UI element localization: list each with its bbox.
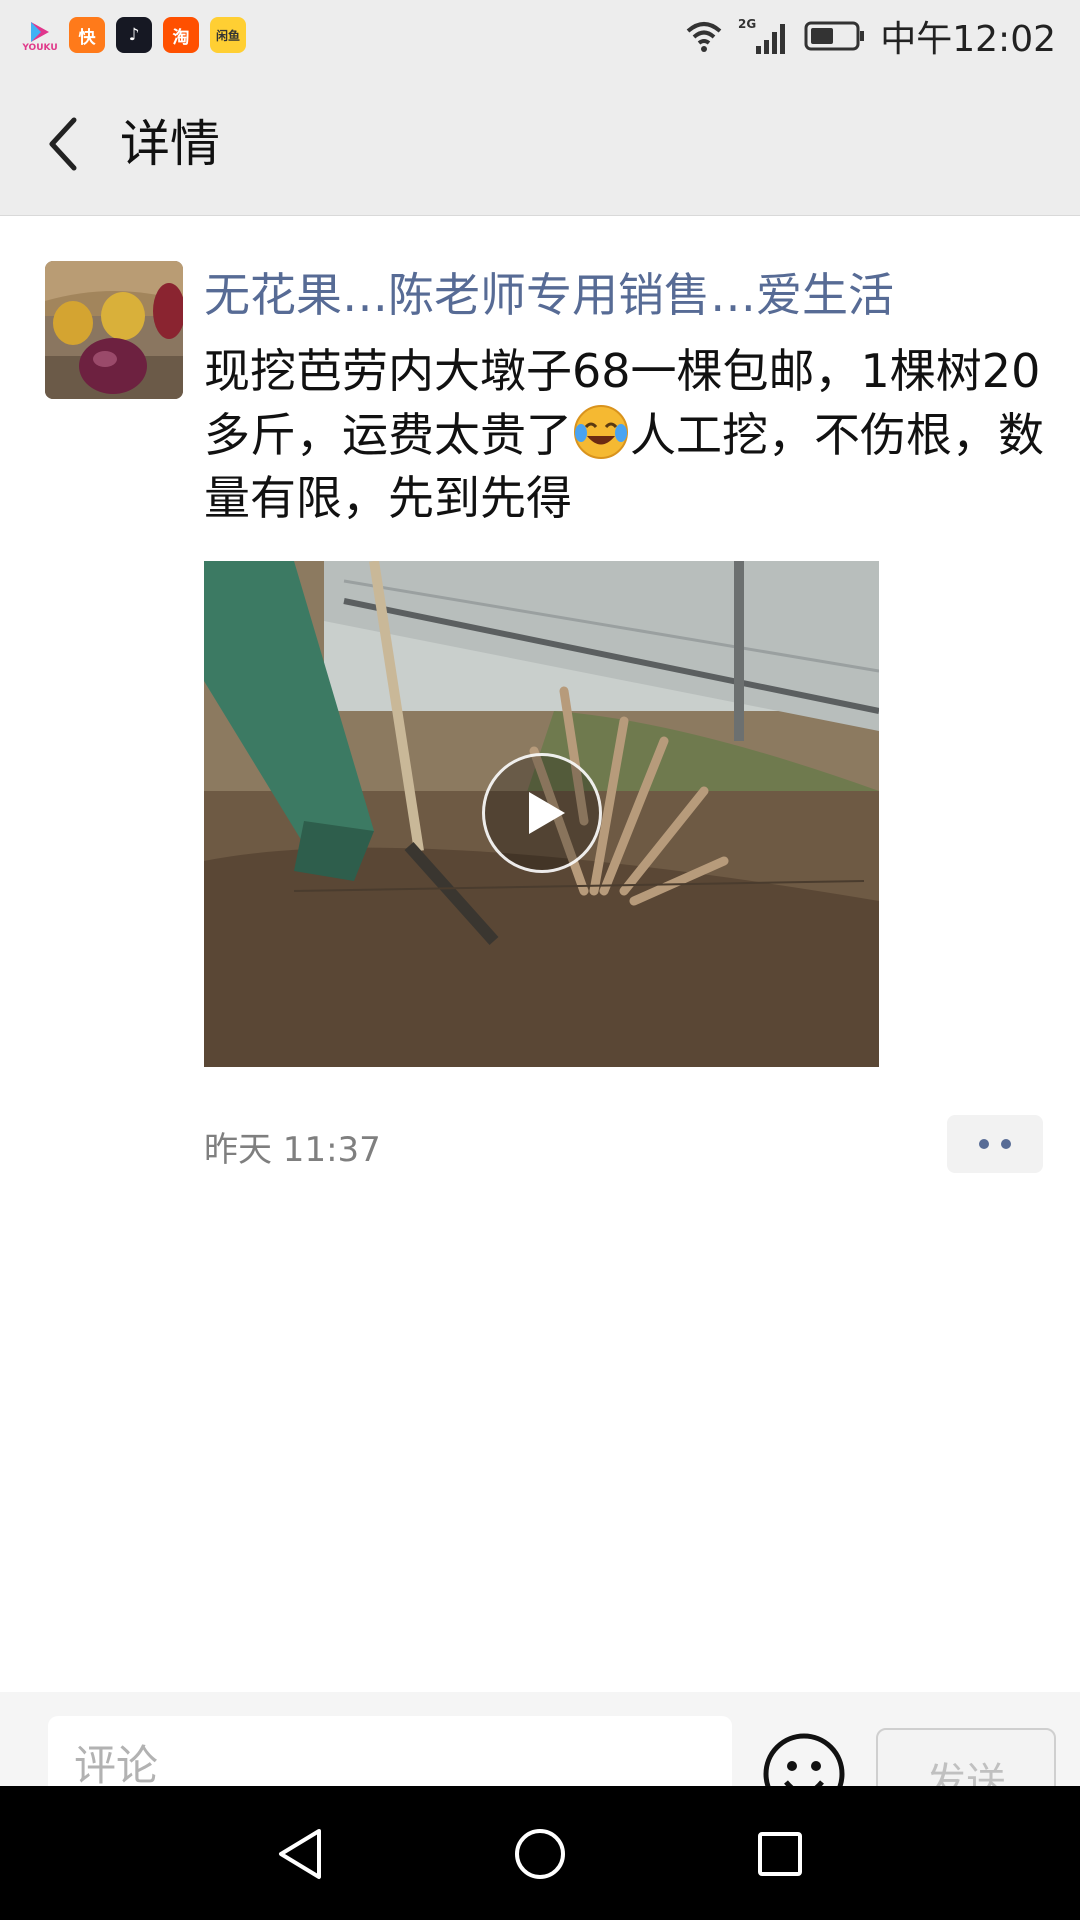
play-button[interactable] (482, 753, 602, 873)
post-time: 昨天 11:37 (204, 1130, 381, 1170)
xianyu-icon: 闲鱼 (210, 17, 246, 53)
nav-back-button[interactable] (264, 1818, 336, 1890)
back-button[interactable] (28, 108, 100, 180)
page-title: 详情 (120, 115, 220, 173)
nav-recents-icon (758, 1832, 802, 1876)
notification-icons: YOUKU 快 ♪ 淘 闲鱼 (22, 17, 246, 53)
wifi-icon (686, 22, 722, 52)
more-actions-button[interactable] (947, 1115, 1043, 1173)
chevron-left-icon (49, 117, 77, 171)
nav-home-button[interactable] (504, 1818, 576, 1890)
nav-back-icon (279, 1829, 321, 1879)
nav-recents-button[interactable] (744, 1818, 816, 1890)
taobao-icon: 淘 (163, 17, 199, 53)
video-thumbnail[interactable] (204, 561, 879, 1067)
battery-icon (804, 21, 865, 51)
status-bar: YOUKU 快 ♪ 淘 闲鱼 2G 中午12:02 (0, 0, 1080, 72)
signal-icon: 2G (738, 17, 786, 54)
kuaishou-icon: 快 (69, 17, 105, 53)
play-icon (529, 792, 565, 834)
send-button[interactable]: 发送 (876, 1728, 1056, 1786)
system-nav-bar (0, 1786, 1080, 1920)
emoji-button[interactable] (762, 1732, 846, 1786)
youku-icon: YOUKU (22, 17, 58, 53)
comment-input[interactable]: 评论 (48, 1716, 732, 1786)
author-name[interactable]: 无花果…陈老师专用销售…爱生活 (204, 264, 894, 326)
face-with-tears-of-joy-icon (572, 403, 630, 461)
status-indicators: 2G 中午12:02 (684, 12, 1056, 60)
svg-text:2G: 2G (738, 17, 756, 31)
nav-home-icon (515, 1829, 565, 1879)
smiley-icon (763, 1733, 845, 1786)
avatar[interactable] (45, 261, 183, 399)
top-bar: 详情 (0, 72, 1080, 216)
post-text: 现挖芭劳内大墩子68一棵包邮，1棵树20多斤，运费太贵了 人工挖，不伤根，数量有… (204, 340, 1054, 530)
clock: 中午12:02 (880, 19, 1056, 60)
douyin-icon: ♪ (116, 17, 152, 53)
more-dots-icon (979, 1139, 989, 1149)
comment-bar: 评论 发送 (0, 1692, 1080, 1786)
more-dots-icon (1001, 1139, 1011, 1149)
